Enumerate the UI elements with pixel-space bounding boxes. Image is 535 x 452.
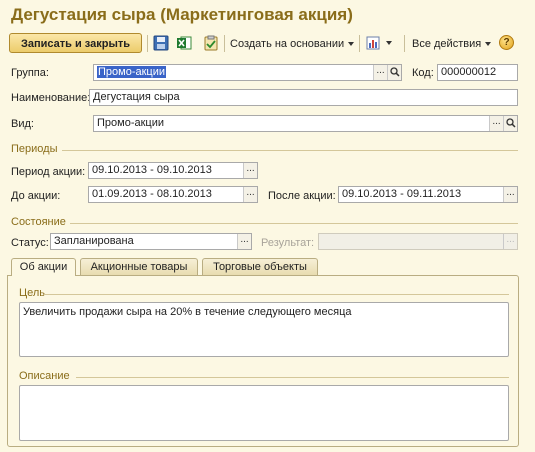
action-period-field[interactable]: 09.10.2013 - 09.10.2013 ... — [88, 162, 258, 179]
status-label: Статус: — [11, 237, 49, 249]
section-divider — [76, 377, 509, 378]
create-based-on-label: Создать на основании — [230, 38, 345, 50]
before-action-value: 01.09.2013 - 08.10.2013 — [92, 188, 212, 200]
all-actions-menu[interactable]: Все действия — [412, 38, 492, 50]
description-textarea[interactable] — [19, 385, 509, 441]
toolbar-separator — [224, 35, 225, 52]
kind-value: Промо-акции — [97, 117, 165, 129]
save-and-close-button[interactable]: Записать и закрыть — [9, 33, 142, 53]
help-icon[interactable]: ? — [499, 35, 514, 50]
before-action-label: До акции: — [11, 190, 61, 202]
result-field: ... — [318, 233, 518, 250]
kind-choose-button[interactable]: ... — [489, 116, 503, 131]
toolbar-separator — [147, 35, 148, 52]
goal-textarea[interactable]: Увеличить продажи сыра на 20% в течение … — [19, 302, 509, 357]
state-section-header: Состояние — [11, 216, 66, 228]
group-value: Промо-акции — [97, 66, 167, 78]
section-divider — [70, 223, 518, 224]
save-icon[interactable] — [153, 35, 169, 51]
action-period-label: Период акции: — [11, 166, 86, 178]
name-label: Наименование: — [11, 92, 91, 104]
result-choose-button: ... — [503, 234, 517, 249]
group-label: Группа: — [11, 67, 49, 79]
periods-section-header: Периоды — [11, 143, 58, 155]
kind-label: Вид: — [11, 118, 34, 130]
after-action-value: 09.10.2013 - 09.11.2013 — [342, 188, 462, 200]
toolbar-separator — [359, 35, 360, 52]
section-divider — [44, 294, 509, 295]
chevron-down-icon — [386, 41, 392, 45]
before-action-choose-button[interactable]: ... — [243, 187, 257, 202]
after-action-choose-button[interactable]: ... — [503, 187, 517, 202]
action-period-choose-button[interactable]: ... — [243, 163, 257, 178]
status-field[interactable]: Запланирована ... — [50, 233, 252, 250]
section-divider — [62, 150, 518, 151]
all-actions-label: Все действия — [412, 38, 482, 50]
toolbar-separator — [404, 35, 405, 52]
chart-icon — [366, 36, 380, 50]
excel-icon[interactable] — [176, 35, 192, 51]
tab-promo-goods[interactable]: Акционные товары — [80, 258, 198, 275]
goal-section-header: Цель — [19, 287, 46, 299]
status-value: Запланирована — [54, 235, 134, 247]
chevron-down-icon — [348, 42, 355, 47]
kind-open-button[interactable] — [503, 116, 517, 131]
code-field[interactable]: 000000012 — [437, 64, 518, 81]
description-section-header: Описание — [19, 370, 70, 382]
window-title: Дегустация сыра (Маркетинговая акция) — [11, 5, 353, 24]
code-label: Код: — [412, 67, 434, 79]
group-choose-button[interactable]: ... — [373, 65, 387, 80]
status-choose-button[interactable]: ... — [237, 234, 251, 249]
tab-trade-objects[interactable]: Торговые объекты — [202, 258, 318, 275]
group-field[interactable]: Промо-акции ... — [93, 64, 402, 81]
after-action-label: После акции: — [268, 190, 336, 202]
result-label: Результат: — [261, 237, 315, 249]
magnifier-icon — [389, 67, 400, 77]
create-based-on-menu[interactable]: Создать на основании — [230, 38, 355, 50]
before-action-field[interactable]: 01.09.2013 - 08.10.2013 ... — [88, 186, 258, 203]
name-field[interactable]: Дегустация сыра — [89, 89, 518, 106]
kind-field[interactable]: Промо-акции ... — [93, 115, 518, 132]
magnifier-icon — [505, 118, 516, 128]
chevron-down-icon — [485, 42, 492, 47]
after-action-field[interactable]: 09.10.2013 - 09.11.2013 ... — [338, 186, 518, 203]
report-menu[interactable] — [366, 36, 392, 51]
action-period-value: 09.10.2013 - 09.10.2013 — [92, 164, 212, 176]
group-open-button[interactable] — [387, 65, 401, 80]
clipboard-check-icon[interactable] — [203, 35, 219, 51]
tab-about-action[interactable]: Об акции — [11, 258, 76, 276]
